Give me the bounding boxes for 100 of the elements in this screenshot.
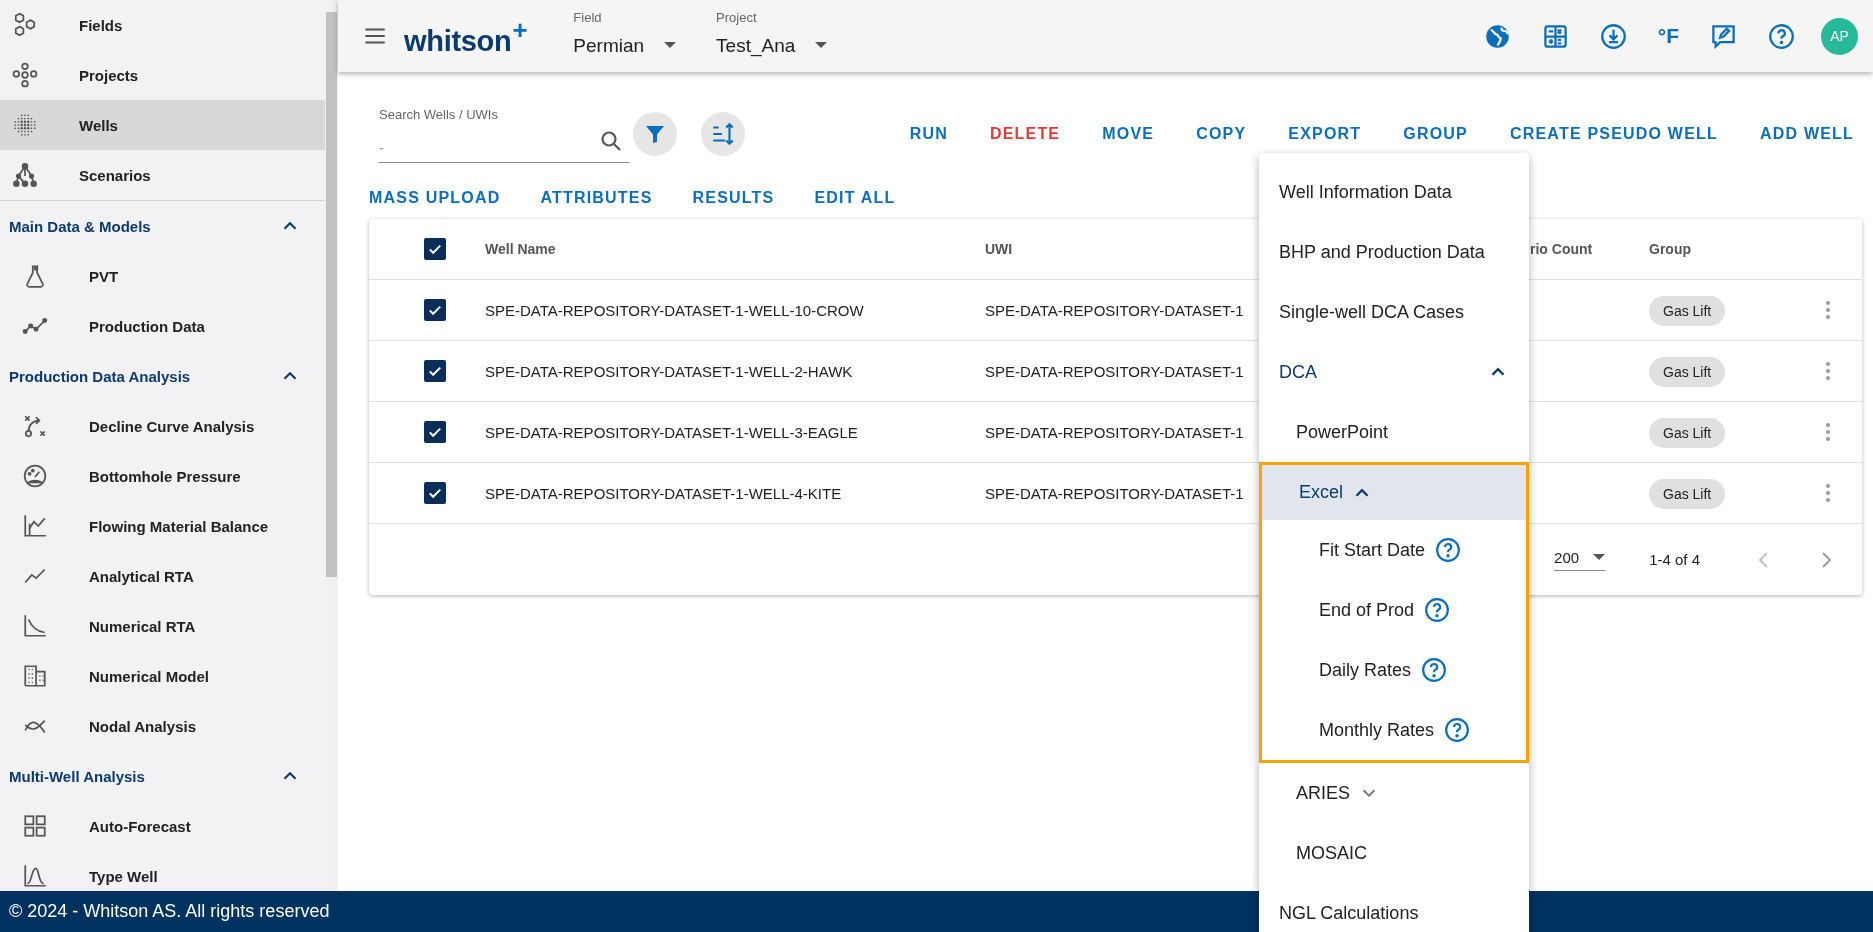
nav-label: Decline Curve Analysis [89,417,255,435]
nav-label: Numerical Model [89,667,210,685]
section-header[interactable]: Multi-Well Analysis [0,751,325,801]
action-button[interactable]: ADD WELL [1751,119,1862,149]
nav-item[interactable]: Numerical Model [0,651,325,701]
download-icon[interactable] [1599,22,1627,50]
help-icon[interactable] [1444,717,1471,743]
help-icon[interactable] [1421,657,1448,683]
page-range: 1-4 of 4 [1649,551,1700,568]
table-cell: SPE-DATA-REPOSITORY-DATASET-1 [985,484,1244,502]
nav-label: Type Well [89,867,158,885]
filter-button[interactable] [633,112,677,156]
rows-per-page-select[interactable]: 200 [1554,548,1606,571]
circle-ring-icon [12,62,38,88]
table-cell: SPE-DATA-REPOSITORY-DATASET-1 [985,301,1244,319]
nav-item[interactable]: Analytical RTA [0,551,325,601]
grid-icon [22,813,48,839]
nav-item[interactable]: Decline Curve Analysis [0,401,325,451]
checkbox[interactable] [424,299,446,321]
menu-item[interactable]: Excel [1262,465,1526,520]
section-title: Main Data & Models [9,217,151,235]
units-button[interactable]: °F [1657,24,1679,48]
nav-item[interactable]: Type Well [0,851,325,891]
nav-item[interactable]: Flowing Material Balance [0,501,325,551]
nav-item[interactable]: PVT [0,251,325,301]
menu-item[interactable]: End of Prod [1262,580,1526,640]
nav-label: Numerical RTA [89,617,196,635]
nav-item[interactable]: Auto-Forecast [0,801,325,851]
action-button[interactable]: EXPORT [1280,119,1370,149]
nav-label: Projects [79,66,139,84]
nav-label: Flowing Material Balance [89,517,269,535]
sort-icon [710,121,736,147]
menu-item[interactable]: Single-well DCA Cases [1259,282,1529,342]
menu-item[interactable]: Well Information Data [1259,162,1529,222]
action-button[interactable]: COPY [1188,119,1255,149]
curve-arrow-icon [22,413,48,439]
dot-grid-icon [12,112,38,138]
nav-label: Production Data [89,317,205,335]
group-chip[interactable]: Gas Lift [1649,478,1726,509]
sort-button[interactable] [701,112,745,156]
menu-item[interactable]: PowerPoint [1259,402,1529,462]
action-button[interactable]: CREATE PSEUDO WELL [1502,119,1726,149]
comment-edit-icon[interactable] [1710,22,1737,50]
project-select[interactable]: Project Test_Ana [716,9,828,63]
help-icon[interactable] [1768,22,1795,50]
checkbox[interactable] [424,482,446,504]
bell-curve-icon [22,863,48,889]
nav-label: Scenarios [79,166,151,184]
action-button[interactable]: ATTRIBUTES [532,183,661,213]
column-header[interactable]: rio Count [1530,241,1649,257]
group-chip[interactable]: Gas Lift [1649,295,1726,326]
action-button[interactable]: MOVE [1094,119,1163,149]
calculator-icon[interactable] [1541,22,1569,50]
action-button[interactable]: RESULTS [684,183,783,213]
caret-icon [1593,554,1606,560]
help-icon[interactable] [1435,537,1462,563]
table-cell: SPE-DATA-REPOSITORY-DATASET-1 [985,362,1244,380]
nav-item[interactable]: Projects [0,50,325,100]
nav-label: Fields [79,16,123,34]
group-chip[interactable]: Gas Lift [1649,417,1726,448]
menu-item[interactable]: DCA [1259,342,1529,402]
table-cell-text: SPE-DATA-REPOSITORY-DATASET-1-WELL-4-KITE [485,484,843,502]
action-button[interactable]: DELETE [981,119,1069,149]
globe-icon[interactable] [1483,22,1511,50]
menu-item[interactable]: BHP and Production Data [1259,222,1529,282]
nav-item[interactable]: Fields [0,0,325,50]
nav-item[interactable]: Scenarios [0,150,325,200]
section-header[interactable]: Production Data Analysis [0,351,325,401]
section-title: Production Data Analysis [9,367,191,385]
nav-item[interactable]: Production Data [0,301,325,351]
table-cell: SPE-DATA-REPOSITORY-DATASET-1 [985,423,1244,441]
action-button[interactable]: MASS UPLOAD [361,183,509,213]
menu-item[interactable]: Monthly Rates [1262,700,1526,760]
caret-icon [664,41,677,48]
logo: whitson$^{+}$ [404,14,528,58]
nav-item[interactable]: Bottomhole Pressure [0,451,325,501]
menu-item[interactable]: ARIES [1259,763,1529,823]
checkbox[interactable] [424,360,446,382]
field-label: Search Wells / UWIs [379,107,499,122]
nav-item[interactable]: Wells [0,100,325,150]
search-field[interactable]: - [379,139,629,163]
group-chip[interactable]: Gas Lift [1649,356,1726,387]
column-header[interactable]: Group [1649,241,1799,257]
action-button[interactable]: GROUP [1395,119,1476,149]
section-header[interactable]: Main Data & Models [0,201,325,251]
nav-item[interactable]: Numerical RTA [0,601,325,651]
column-header[interactable]: Well Name [485,241,985,257]
help-icon[interactable] [1424,597,1451,623]
decline-curve-icon [22,613,48,639]
action-button[interactable]: RUN [901,119,956,149]
action-button[interactable]: EDIT ALL [806,183,904,213]
checkbox[interactable] [424,421,446,443]
menu-item[interactable]: MOSAIC [1259,823,1529,883]
menu-item[interactable]: Fit Start Date [1262,520,1526,580]
gauge-icon [22,463,48,489]
menu-item[interactable]: Daily Rates [1262,640,1526,700]
field-select[interactable]: Field Permian [573,9,677,63]
nav-item[interactable]: Nodal Analysis [0,701,325,751]
checkbox[interactable] [424,238,446,260]
nav-label: Nodal Analysis [89,717,196,735]
